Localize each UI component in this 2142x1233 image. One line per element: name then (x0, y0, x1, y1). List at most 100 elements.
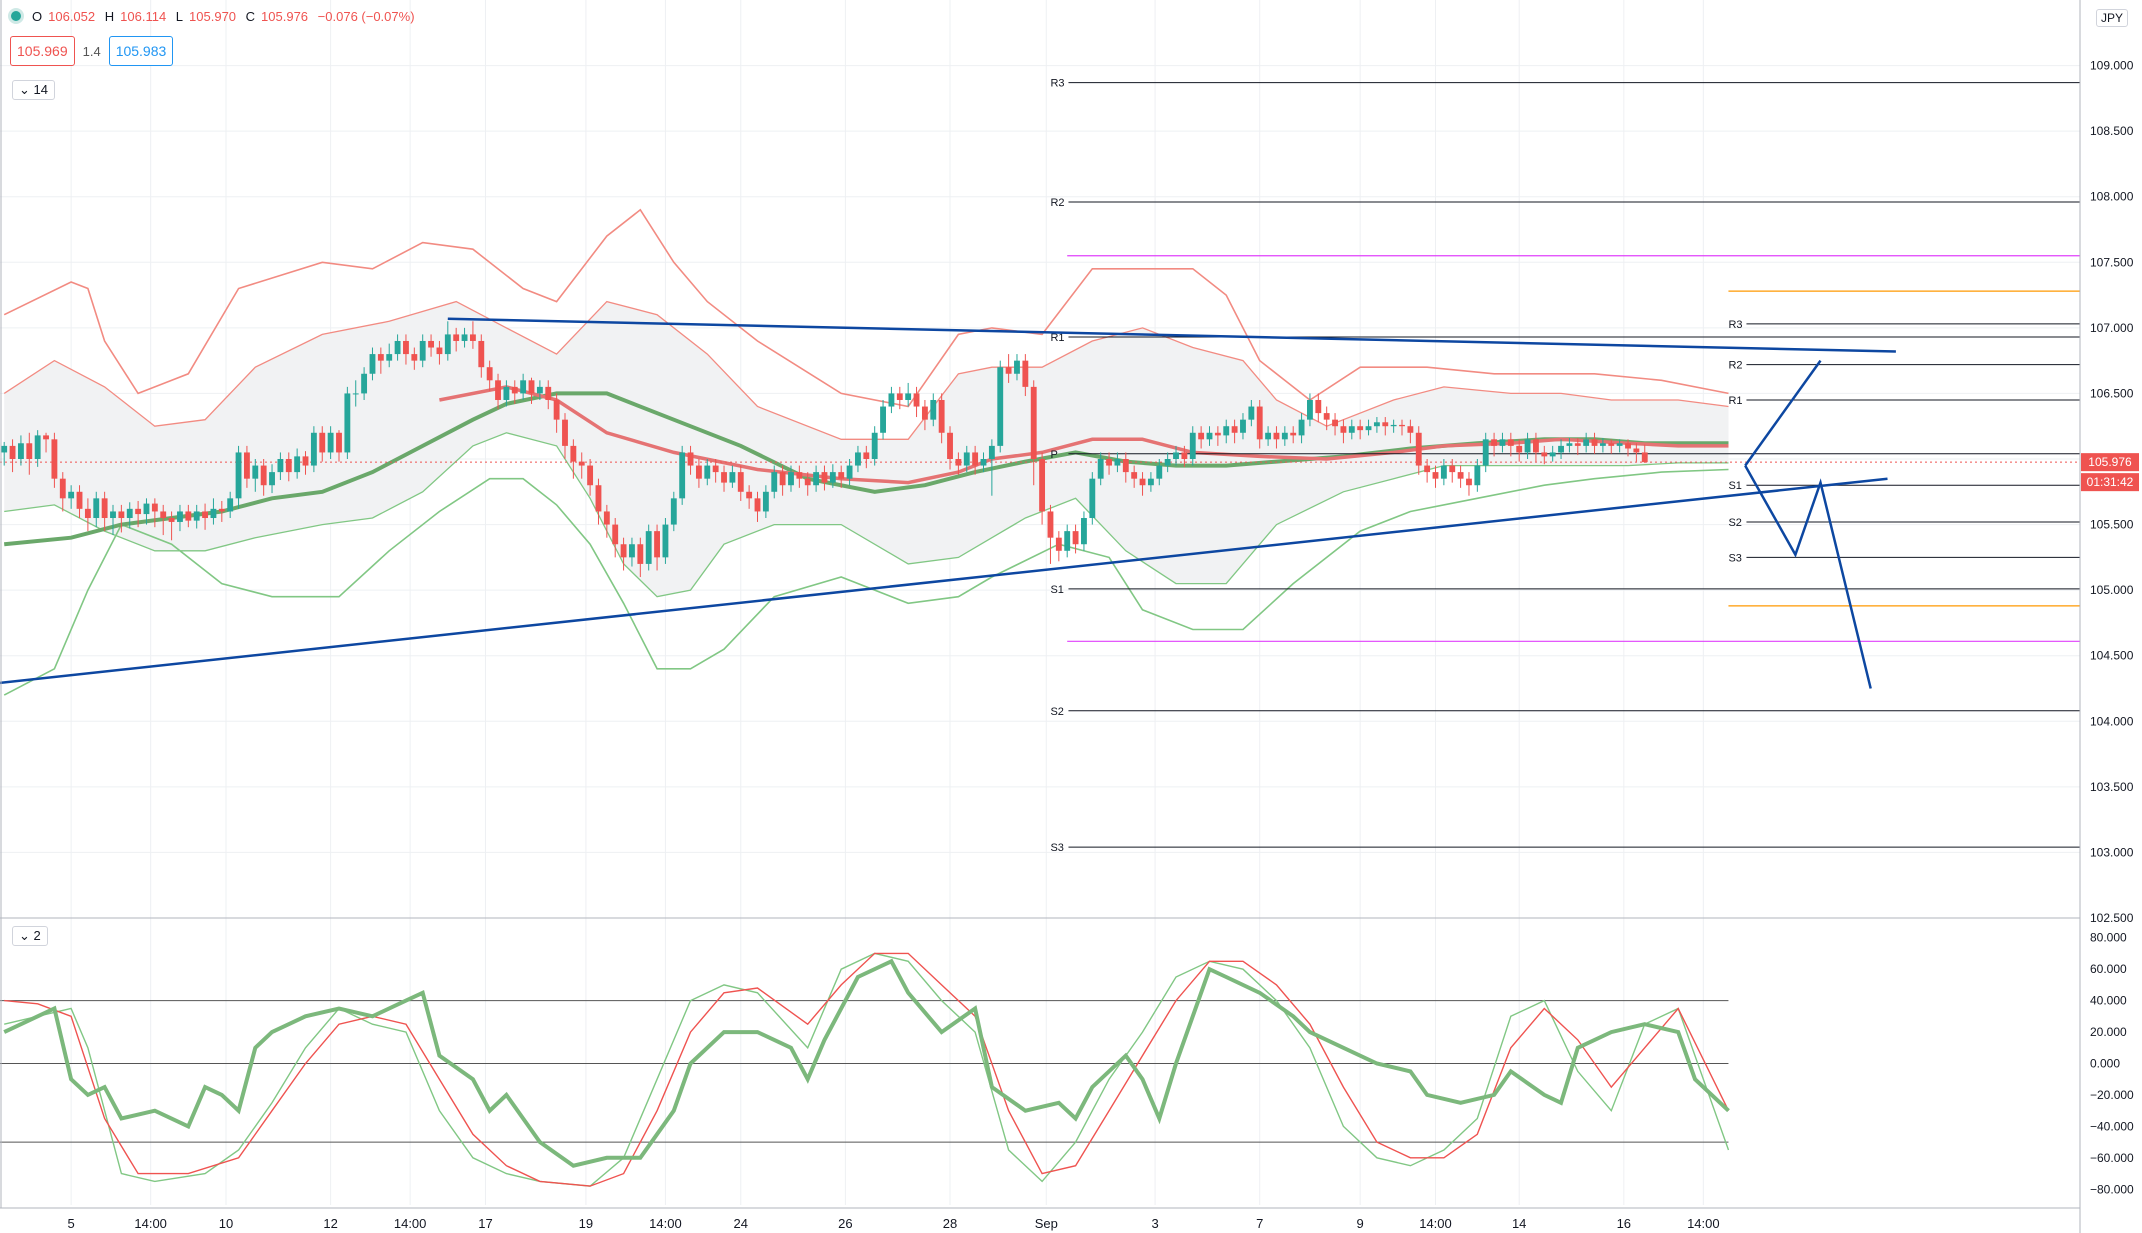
pivot-level-label: R1 (1728, 395, 1742, 407)
status-dot-icon (8, 8, 24, 24)
candle-body (972, 452, 979, 466)
candle-body (612, 524, 619, 545)
candle-body (1139, 478, 1146, 486)
candle-body (1047, 511, 1054, 538)
candle-body (1466, 478, 1472, 486)
oscillator-series-line (4, 952, 1730, 1187)
candle-body (1156, 465, 1163, 479)
candle-body (243, 452, 250, 479)
candle-body (511, 386, 518, 394)
candle-body (185, 511, 192, 521)
candle-body (1415, 432, 1422, 466)
price-tick-label: 108.500 (2090, 124, 2134, 138)
pivot-level-label: R3 (1050, 78, 1064, 90)
candle (1064, 524, 1071, 558)
candle-body (562, 419, 568, 446)
candle-body (235, 452, 242, 499)
pivot-level-label: P (1050, 449, 1057, 461)
candle-body (143, 503, 150, 515)
time-tick-label: 3 (1151, 1216, 1158, 1231)
candle-body (1549, 452, 1556, 457)
candle-body (880, 406, 886, 433)
candle-body (1591, 439, 1598, 446)
candle-body (1533, 439, 1539, 453)
candle-body (1122, 459, 1129, 473)
candle-body (327, 432, 334, 453)
high-value: 106.114 (120, 8, 167, 24)
pivot-level-label: S1 (1728, 480, 1741, 492)
pivot-level-label: S2 (1050, 706, 1063, 718)
candle-body (729, 472, 736, 483)
candle-body (1574, 443, 1581, 446)
candle-body (478, 340, 485, 368)
candle-body (520, 380, 527, 394)
low-value: 105.970 (189, 8, 237, 24)
candle (679, 445, 686, 505)
candle-body (1608, 443, 1615, 446)
pivot-level-label: R3 (1728, 319, 1742, 331)
candle-body (193, 511, 200, 521)
time-tick-label: 5 (68, 1216, 75, 1231)
candle-body (168, 518, 175, 522)
candle-body (419, 340, 426, 361)
oscillator-tick-label: −80.000 (2090, 1182, 2134, 1196)
candle-body (486, 367, 493, 381)
candle-body (453, 334, 460, 341)
candle-body (227, 498, 234, 512)
chart-canvas[interactable]: R3R2R1PS1S2S3R3R2R1S1S2S3 109.000108.500… (0, 0, 2142, 1233)
candle-body (151, 503, 158, 512)
candle-body (1022, 360, 1029, 387)
candle (1039, 452, 1046, 525)
price-tick-label: 107.000 (2090, 321, 2134, 335)
candle-body (913, 393, 920, 407)
candle-body (436, 347, 443, 355)
pivot-level-label: S2 (1728, 517, 1741, 529)
candle-body (712, 465, 719, 473)
time-tick-label: 7 (1256, 1216, 1263, 1231)
indicator-toggle-sub[interactable]: ⌄ 2 (12, 926, 48, 946)
quote-panel: 105.969 1.4 105.983 (10, 36, 174, 66)
candle-body (101, 498, 108, 519)
time-tick-label: 28 (943, 1216, 957, 1231)
candle-body (1181, 452, 1188, 459)
buy-button[interactable]: 105.983 (108, 36, 174, 66)
candle-body (988, 445, 995, 459)
candle-body (871, 432, 878, 459)
candle (1315, 393, 1322, 423)
candle-body (403, 340, 409, 355)
candle-body (1055, 537, 1062, 551)
oscillator-tick-label: −60.000 (2090, 1151, 2134, 1165)
candle-body (536, 386, 543, 394)
candle-body (1131, 472, 1138, 479)
trendline (1744, 464, 1872, 689)
candle-body (1457, 472, 1464, 479)
sell-button[interactable]: 105.969 (10, 36, 75, 66)
time-tick-label: 24 (734, 1216, 748, 1231)
ohlc-legend: O 106.052 H 106.114 L 105.970 C 105.976 −0.0… (8, 8, 421, 24)
candle-body (1273, 432, 1280, 440)
time-tick-label: 14:00 (1687, 1216, 1720, 1231)
indicator-toggle-main[interactable]: ⌄ 14 (12, 80, 55, 100)
candle-body (1440, 465, 1447, 479)
candle-body (829, 472, 836, 483)
candle-body (1507, 439, 1514, 446)
candle-body (1072, 531, 1079, 545)
candle-body (269, 472, 275, 486)
candle-body (1583, 439, 1590, 446)
candle-body (344, 393, 351, 453)
candle-body (938, 399, 945, 433)
candle-body (553, 399, 560, 420)
candle-body (1616, 443, 1623, 446)
candle-body (210, 508, 217, 519)
candle-body (788, 472, 794, 486)
candle-body (319, 432, 326, 453)
countdown-label: 01:31:42 (2087, 475, 2134, 489)
candle-body (695, 465, 702, 479)
candle-body (135, 508, 142, 515)
currency-badge[interactable]: JPY (2096, 9, 2129, 27)
price-tick-label: 106.500 (2090, 386, 2134, 400)
candle-body (980, 459, 987, 466)
candle-body (1064, 531, 1071, 551)
time-tick-label: 14:00 (1419, 1216, 1452, 1231)
candle-body (737, 472, 744, 492)
